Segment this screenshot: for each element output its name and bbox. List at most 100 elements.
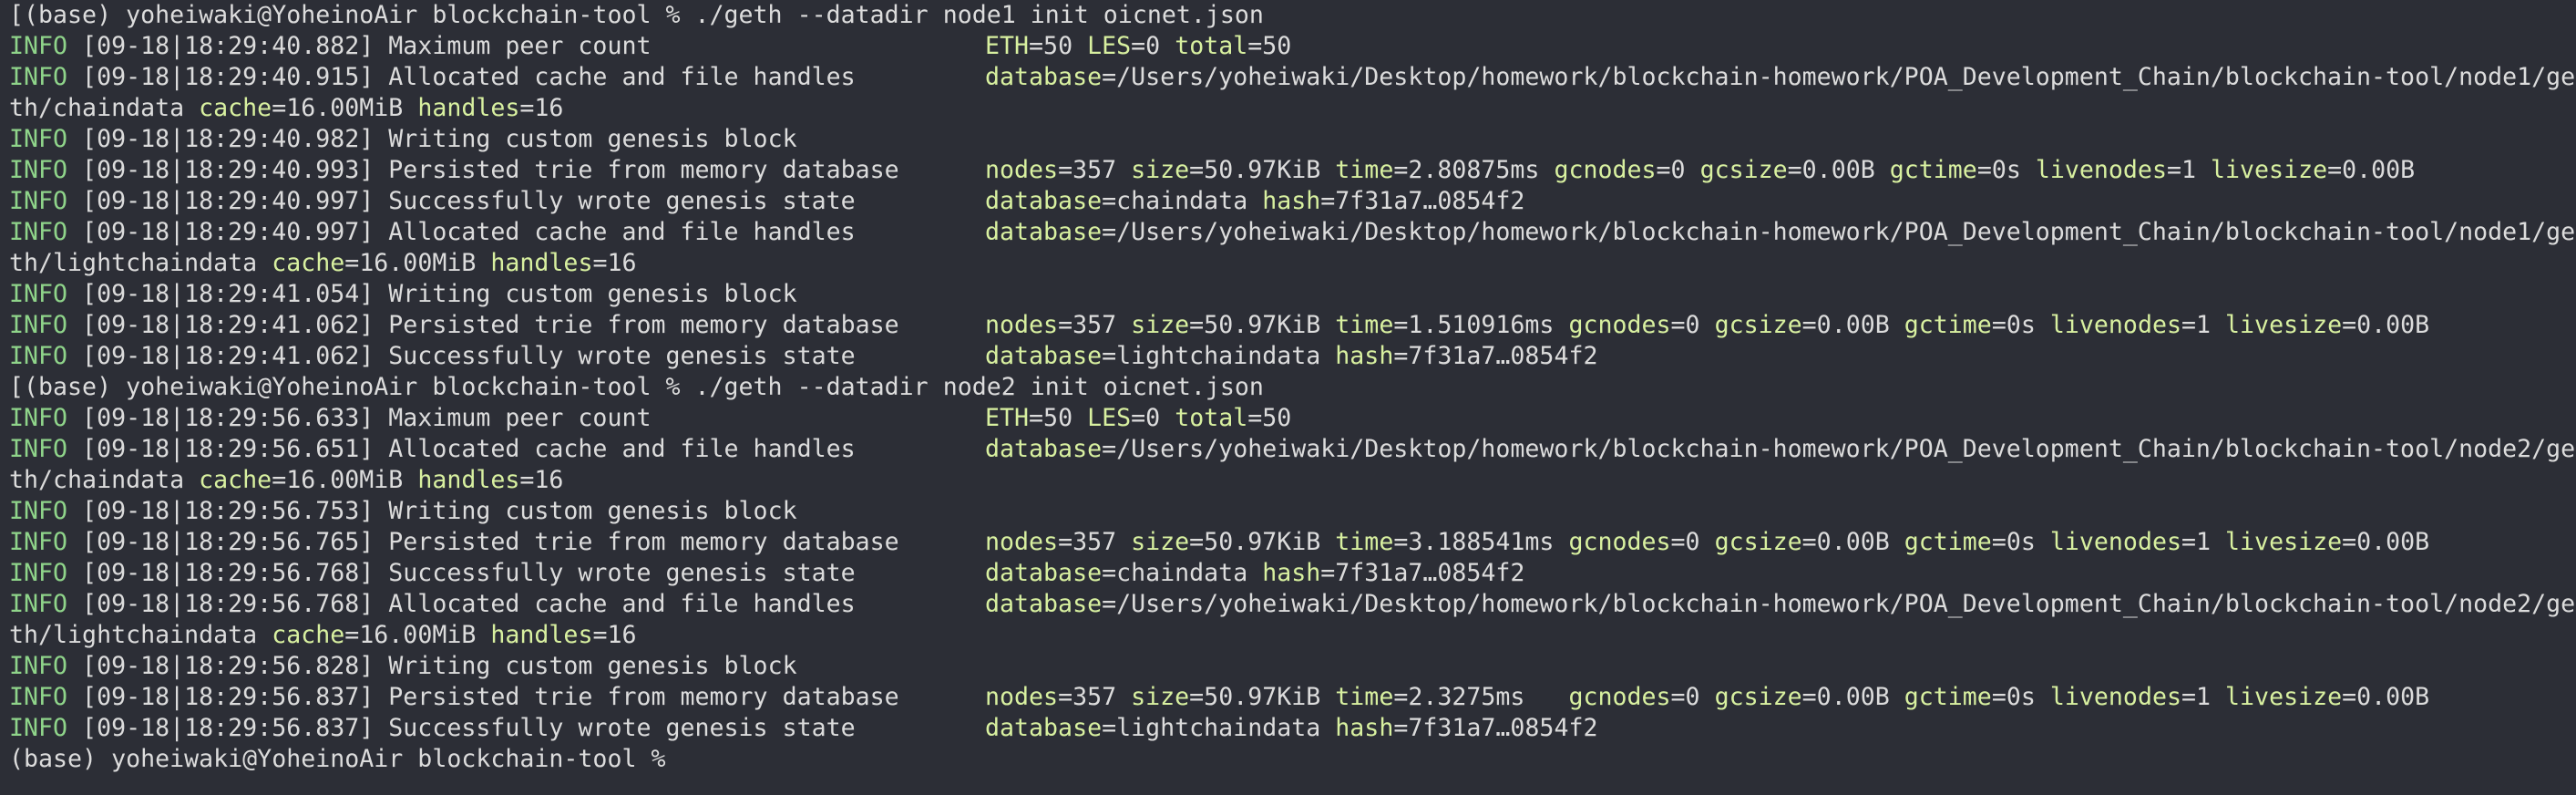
field-key: gctime <box>1904 311 1992 339</box>
log-level: INFO <box>9 590 68 618</box>
field-key: gcsize <box>1714 683 1802 711</box>
log-line: INFO [09-18|18:29:56.828] Writing custom… <box>9 651 2576 682</box>
log-message-column: INFO [09-18|18:29:40.982] Writing custom… <box>9 124 985 155</box>
field-value: =lightchaindata <box>1102 714 1336 742</box>
log-fields: cache=16.00MiB handles=16 <box>272 621 636 649</box>
field-value: =0s <box>1991 528 2050 556</box>
log-fields: database=/Users/yoheiwaki/Desktop/homewo… <box>985 63 2575 91</box>
field-value: =16 <box>592 249 637 277</box>
log-message: [09-18|18:29:41.062] Successfully wrote … <box>67 342 856 370</box>
field-value: =0.00B <box>2342 683 2430 711</box>
field-value: =1.510916ms <box>1393 311 1569 339</box>
field-key: livenodes <box>2049 683 2181 711</box>
log-line: INFO [09-18|18:29:56.651] Allocated cach… <box>9 434 2576 465</box>
field-value: =0.00B <box>1787 156 1890 184</box>
log-level: INFO <box>9 683 68 711</box>
log-level: INFO <box>9 714 68 742</box>
field-key: database <box>985 559 1103 587</box>
field-value: =chaindata <box>1102 187 1263 215</box>
log-fields: cache=16.00MiB handles=16 <box>199 94 563 122</box>
field-key: hash <box>1262 187 1321 215</box>
field-key: size <box>1131 156 1190 184</box>
log-line: INFO [09-18|18:29:40.997] Allocated cach… <box>9 217 2576 248</box>
log-line: INFO [09-18|18:29:41.062] Successfully w… <box>9 341 2576 372</box>
field-value: =0.00B <box>2327 156 2416 184</box>
field-value: =0 <box>1656 156 1700 184</box>
field-value: =0s <box>1991 311 2050 339</box>
log-message-column: INFO [09-18|18:29:56.753] Writing custom… <box>9 496 985 527</box>
log-line: INFO [09-18|18:29:56.633] Maximum peer c… <box>9 403 2576 434</box>
field-value: =1 <box>2181 528 2226 556</box>
field-value: =0.00B <box>2342 528 2430 556</box>
field-key: cache <box>272 249 345 277</box>
log-line: INFO [09-18|18:29:40.997] Successfully w… <box>9 186 2576 217</box>
field-key: hash <box>1335 714 1394 742</box>
field-value: =50.97KiB <box>1189 156 1336 184</box>
log-message: [09-18|18:29:56.837] Persisted trie from… <box>67 683 899 711</box>
log-message: [09-18|18:29:41.062] Persisted trie from… <box>67 311 899 339</box>
prompt-command: [(base) yoheiwaki@YoheinoAir blockchain-… <box>9 373 1264 401</box>
field-key: gcnodes <box>1568 683 1671 711</box>
log-message-column: INFO [09-18|18:29:56.768] Allocated cach… <box>9 589 985 620</box>
field-value: =0 <box>1131 404 1175 432</box>
field-key: gcsize <box>1699 156 1788 184</box>
field-value: =/Users/yoheiwaki/Desktop/homework/block… <box>1102 590 2576 618</box>
wrapped-path: th/lightchaindata <box>9 621 272 649</box>
field-key: nodes <box>985 311 1059 339</box>
field-key: nodes <box>985 528 1059 556</box>
field-key: database <box>985 342 1103 370</box>
log-line: th/chaindata cache=16.00MiB handles=16 <box>9 93 2576 124</box>
field-key: handles <box>417 466 520 494</box>
field-value: =50 <box>1247 32 1292 60</box>
field-value: =2.80875ms <box>1393 156 1555 184</box>
log-message: [09-18|18:29:56.768] Allocated cache and… <box>67 590 856 618</box>
log-line: INFO [09-18|18:29:40.915] Allocated cach… <box>9 62 2576 93</box>
prompt-line: [(base) yoheiwaki@YoheinoAir blockchain-… <box>9 0 2576 31</box>
field-key: total <box>1175 404 1248 432</box>
field-value: =0 <box>1670 528 1715 556</box>
log-level: INFO <box>9 559 68 587</box>
field-value: =357 <box>1058 156 1132 184</box>
field-key: livesize <box>2225 683 2343 711</box>
field-key: gctime <box>1904 683 1992 711</box>
field-key: livesize <box>2225 311 2343 339</box>
log-fields: database=chaindata hash=7f31a7…0854f2 <box>985 187 1524 215</box>
field-value: =0s <box>1991 683 2050 711</box>
field-value: =1 <box>2181 683 2226 711</box>
field-value: =50 <box>1029 404 1088 432</box>
log-message: [09-18|18:29:56.753] Writing custom gene… <box>67 497 797 525</box>
field-value: =16 <box>592 621 637 649</box>
field-key: database <box>985 435 1103 463</box>
log-message-column: INFO [09-18|18:29:40.993] Persisted trie… <box>9 155 985 186</box>
field-key: total <box>1175 32 1248 60</box>
field-key: ETH <box>985 32 1030 60</box>
field-value: =16 <box>519 466 564 494</box>
field-key: gcnodes <box>1568 311 1671 339</box>
terminal-window[interactable]: [(base) yoheiwaki@YoheinoAir blockchain-… <box>0 0 2576 795</box>
field-key: livenodes <box>2035 156 2167 184</box>
field-value: =0.00B <box>2342 311 2430 339</box>
log-message-column: INFO [09-18|18:29:56.765] Persisted trie… <box>9 527 985 558</box>
field-key: cache <box>199 94 272 122</box>
field-value: =16 <box>519 94 564 122</box>
field-key: LES <box>1087 32 1132 60</box>
field-value: =/Users/yoheiwaki/Desktop/homework/block… <box>1102 63 2576 91</box>
log-fields: database=lightchaindata hash=7f31a7…0854… <box>985 714 1597 742</box>
log-line: th/chaindata cache=16.00MiB handles=16 <box>9 465 2576 496</box>
field-value: =50.97KiB <box>1189 528 1336 556</box>
log-level: INFO <box>9 156 68 184</box>
field-value: =16.00MiB <box>272 94 418 122</box>
log-message-column: INFO [09-18|18:29:40.915] Allocated cach… <box>9 62 985 93</box>
log-message: [09-18|18:29:40.915] Allocated cache and… <box>67 63 856 91</box>
field-key: livenodes <box>2049 311 2181 339</box>
field-key: handles <box>490 621 593 649</box>
field-key: livenodes <box>2049 528 2181 556</box>
field-key: gctime <box>1904 528 1992 556</box>
field-key: gcsize <box>1714 528 1802 556</box>
log-fields: database=/Users/yoheiwaki/Desktop/homewo… <box>985 218 2575 246</box>
log-level: INFO <box>9 652 68 680</box>
field-value: =7f31a7…0854f2 <box>1393 342 1598 370</box>
field-value: =7f31a7…0854f2 <box>1393 714 1598 742</box>
field-key: ETH <box>985 404 1030 432</box>
log-message: [09-18|18:29:56.651] Allocated cache and… <box>67 435 856 463</box>
